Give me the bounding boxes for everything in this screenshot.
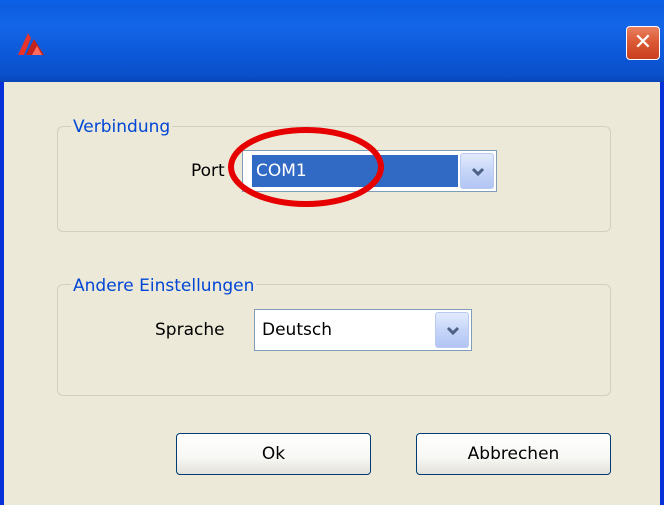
chevron-down-icon	[446, 326, 460, 336]
other-settings-group-title: Andere Einstellungen	[71, 276, 257, 296]
close-button[interactable]: ✕	[626, 26, 660, 60]
ok-button[interactable]: Ok	[176, 433, 371, 475]
title-bar: ✕	[0, 0, 664, 82]
language-label: Sprache	[155, 320, 225, 340]
chevron-down-icon	[471, 167, 485, 177]
window-frame-left	[0, 82, 4, 505]
port-label: Port	[191, 161, 225, 181]
language-dropdown-button[interactable]	[435, 312, 469, 348]
port-dropdown[interactable]: COM1	[242, 150, 497, 192]
close-icon: ✕	[633, 30, 653, 55]
port-selected-value: COM1	[252, 155, 458, 187]
window-frame-right	[660, 82, 664, 505]
language-dropdown[interactable]: Deutsch	[254, 309, 472, 351]
connection-group-title: Verbindung	[71, 117, 173, 137]
cancel-button[interactable]: Abbrechen	[416, 433, 611, 475]
language-selected-value: Deutsch	[262, 320, 332, 340]
app-logo-icon	[18, 33, 44, 55]
port-dropdown-button[interactable]	[460, 153, 494, 189]
